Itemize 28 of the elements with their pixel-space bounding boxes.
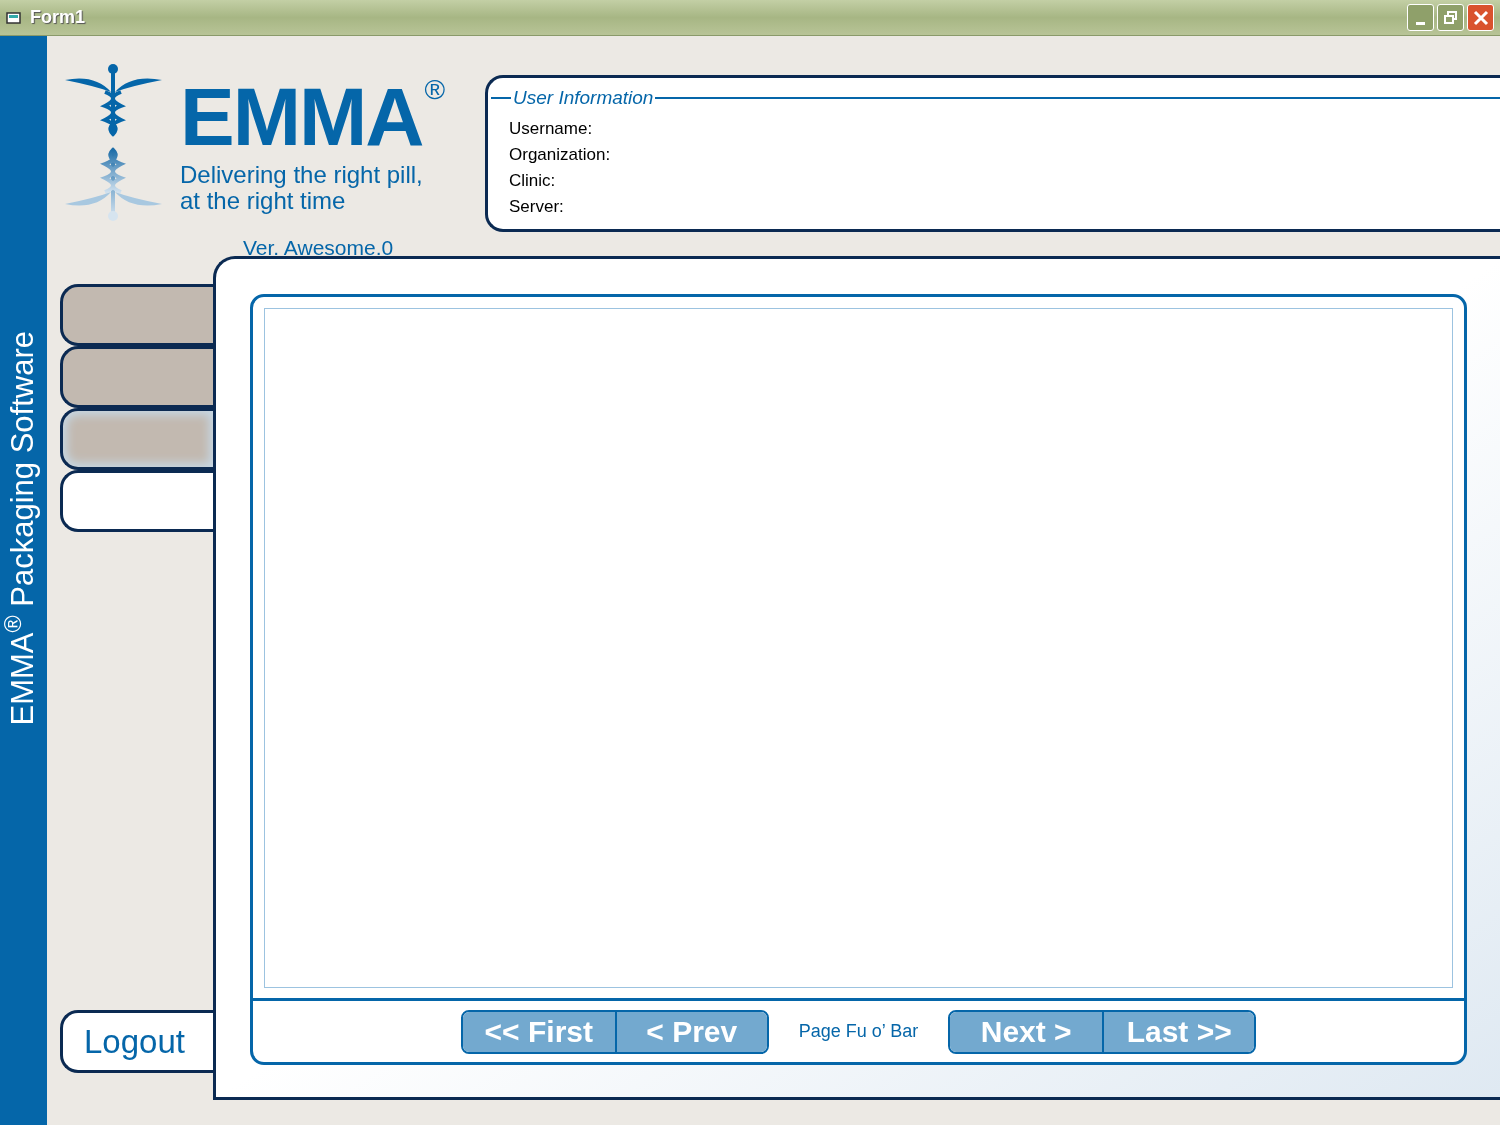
logout-button[interactable]: Logout bbox=[60, 1010, 213, 1073]
version-label: Ver. Awesome.0 bbox=[243, 235, 395, 261]
restore-icon bbox=[1443, 10, 1458, 25]
registered-mark: ® bbox=[424, 76, 446, 104]
close-button[interactable] bbox=[1467, 4, 1494, 31]
tagline-text: Delivering the right pill, bbox=[180, 162, 424, 188]
user-information-title: User Information bbox=[512, 86, 655, 110]
tagline-text: at the right time bbox=[180, 188, 346, 214]
field-label: Clinic: bbox=[509, 169, 557, 192]
minimize-icon bbox=[1416, 22, 1425, 25]
logo-wordmark: EMMA bbox=[180, 76, 423, 158]
page-label: Page Fu o’ Bar bbox=[798, 1020, 919, 1043]
navigation-tab[interactable] bbox=[60, 408, 213, 470]
field-label: Organization: bbox=[509, 143, 612, 166]
window-app-icon bbox=[6, 9, 22, 26]
pager-button[interactable]: Last >> bbox=[1102, 1011, 1255, 1052]
window-title: Form1 bbox=[30, 6, 85, 29]
pager-button[interactable]: < Prev bbox=[614, 1011, 767, 1052]
minimize-button[interactable] bbox=[1407, 4, 1434, 31]
navigation-tab[interactable] bbox=[60, 346, 213, 408]
restore-button[interactable] bbox=[1437, 4, 1464, 31]
field-label: Username: bbox=[509, 117, 594, 140]
close-icon bbox=[1472, 9, 1489, 26]
navigation-tab[interactable] bbox=[60, 470, 213, 532]
pager-button[interactable]: Next > bbox=[950, 1011, 1103, 1052]
navigation-tab[interactable] bbox=[60, 284, 213, 346]
pager-button[interactable]: << First bbox=[462, 1011, 615, 1052]
field-label: Server: bbox=[509, 195, 565, 218]
